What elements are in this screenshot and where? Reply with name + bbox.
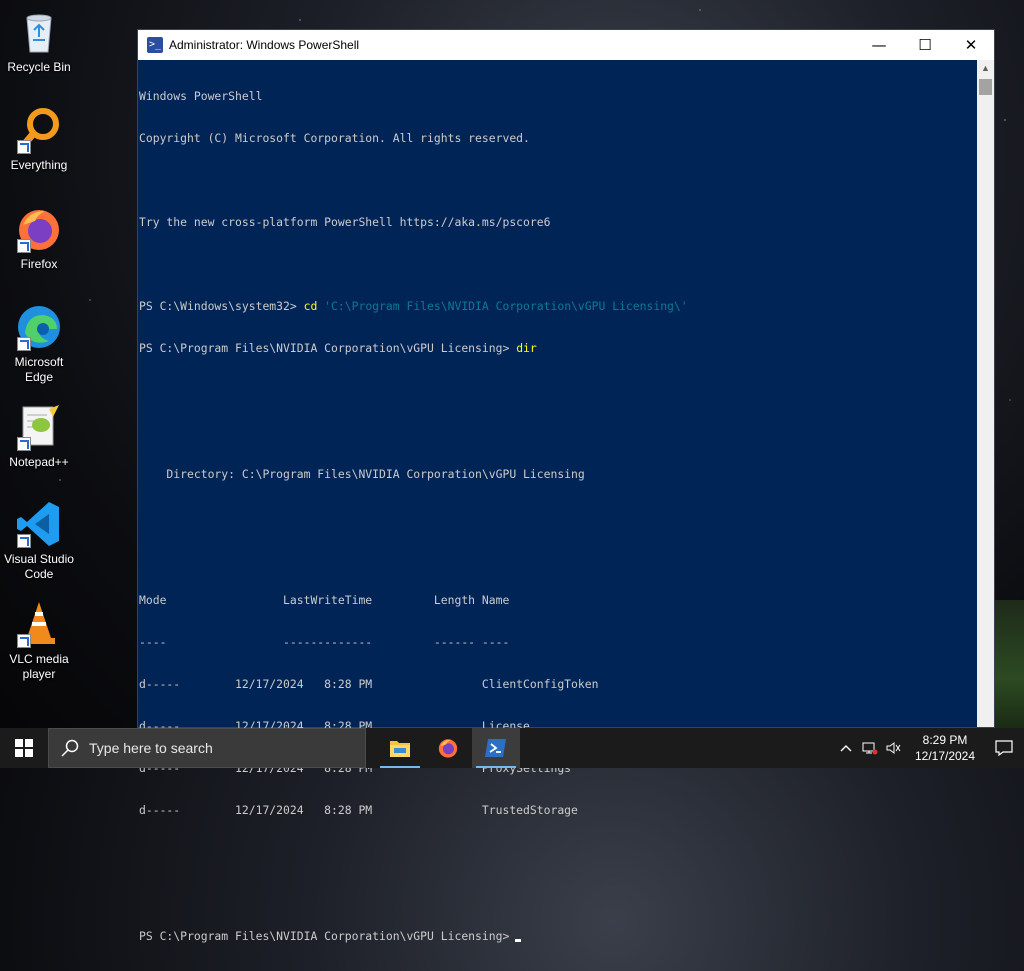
file-explorer-icon xyxy=(390,741,410,757)
command-keyword: dir xyxy=(516,341,537,355)
shortcut-arrow-icon xyxy=(17,437,31,451)
desktop-icon-label: Recycle Bin xyxy=(7,60,71,74)
desktop-icon-edge[interactable]: Microsoft Edge xyxy=(2,303,76,385)
firefox-icon xyxy=(438,739,458,758)
powershell-window: >_ Administrator: Windows PowerShell — ☐… xyxy=(137,29,995,943)
windows-logo-icon xyxy=(15,739,33,757)
scroll-up-arrow-icon[interactable]: ▲ xyxy=(977,60,994,77)
recycle-bin-icon xyxy=(15,8,63,56)
prompt: PS C:\Program Files\NVIDIA Corporation\v… xyxy=(139,929,510,943)
console-command-line: PS C:\Windows\system32> cd 'C:\Program F… xyxy=(139,299,978,313)
shortcut-arrow-icon xyxy=(17,140,31,154)
minimize-button[interactable]: — xyxy=(856,30,902,60)
console-prompt-line: PS C:\Program Files\NVIDIA Corporation\v… xyxy=(139,929,978,943)
console-command-line: PS C:\Program Files\NVIDIA Corporation\v… xyxy=(139,341,978,355)
desktop-icon-notepadpp[interactable]: Notepad++ xyxy=(2,403,76,470)
console-line: Copyright (C) Microsoft Corporation. All… xyxy=(139,131,530,145)
taskbar-powershell[interactable] xyxy=(472,728,520,768)
desktop-icon-label: Visual Studio Code xyxy=(4,552,74,581)
window-title: Administrator: Windows PowerShell xyxy=(169,38,360,52)
clock-time: 8:29 PM xyxy=(922,733,968,747)
taskbar-clock[interactable]: 8:29 PM 12/17/2024 xyxy=(906,732,984,764)
clock-date: 12/17/2024 xyxy=(914,749,976,763)
edge-icon xyxy=(15,303,63,351)
powershell-icon: >_ xyxy=(147,37,163,53)
maximize-button[interactable]: ☐ xyxy=(902,30,948,60)
start-button[interactable] xyxy=(0,728,48,768)
taskbar-firefox[interactable] xyxy=(424,728,472,768)
close-button[interactable]: ✕ xyxy=(948,30,994,60)
console-line: Mode LastWriteTime Length Name xyxy=(139,593,510,607)
shortcut-arrow-icon xyxy=(17,337,31,351)
prompt: PS C:\Windows\system32> xyxy=(139,299,304,313)
notification-center-button[interactable] xyxy=(984,728,1024,768)
desktop-icon-recycle-bin[interactable]: Recycle Bin xyxy=(2,8,76,75)
vscode-icon xyxy=(15,500,63,548)
search-icon xyxy=(61,739,79,757)
title-bar[interactable]: >_ Administrator: Windows PowerShell — ☐… xyxy=(138,30,994,60)
shortcut-arrow-icon xyxy=(17,239,31,253)
window-controls: — ☐ ✕ xyxy=(856,30,994,60)
system-tray: 8:29 PM 12/17/2024 xyxy=(834,728,1024,768)
console-output[interactable]: Windows PowerShell Copyright (C) Microso… xyxy=(138,60,978,943)
prompt: PS C:\Program Files\NVIDIA Corporation\v… xyxy=(139,341,517,355)
console-line: Windows PowerShell xyxy=(139,89,263,103)
notepadpp-icon xyxy=(15,403,63,451)
console-line: Directory: C:\Program Files\NVIDIA Corpo… xyxy=(139,467,585,481)
firefox-icon xyxy=(15,205,63,253)
taskbar: Type here to search 8:29 PM 12/17/2024 xyxy=(0,728,1024,768)
desktop-icon-label: Notepad++ xyxy=(9,455,69,469)
scroll-thumb[interactable] xyxy=(979,79,992,95)
console-line: d----- 12/17/2024 8:28 PM TrustedStorage xyxy=(139,803,578,817)
notification-icon xyxy=(995,740,1013,756)
desktop-icon-label: Microsoft Edge xyxy=(14,355,64,384)
text-cursor xyxy=(515,939,522,942)
command-keyword: cd xyxy=(303,299,318,313)
desktop-icon-everything[interactable]: Everything xyxy=(2,106,76,173)
vlc-icon xyxy=(15,600,63,648)
command-argument: 'C:\Program Files\NVIDIA Corporation\vGP… xyxy=(317,299,688,313)
taskbar-file-explorer[interactable] xyxy=(376,728,424,768)
desktop-icon-label: Everything xyxy=(10,158,68,172)
taskbar-search-box[interactable]: Type here to search xyxy=(48,728,366,768)
console-line: Try the new cross-platform PowerShell ht… xyxy=(139,215,551,229)
everything-search-icon xyxy=(15,106,63,154)
desktop-icon-vscode[interactable]: Visual Studio Code xyxy=(2,500,76,582)
desktop-icon-firefox[interactable]: Firefox xyxy=(2,205,76,272)
powershell-icon xyxy=(485,739,506,757)
vertical-scrollbar[interactable]: ▲ xyxy=(977,60,994,727)
shortcut-arrow-icon xyxy=(17,534,31,548)
volume-muted-icon[interactable] xyxy=(882,728,906,768)
desktop-icon-label: VLC media player xyxy=(9,652,69,681)
network-icon[interactable] xyxy=(858,728,882,768)
desktop-icon-label: Firefox xyxy=(20,257,58,271)
desktop-icon-vlc[interactable]: VLC media player xyxy=(2,600,76,682)
shortcut-arrow-icon xyxy=(17,634,31,648)
search-placeholder: Type here to search xyxy=(89,740,213,756)
show-hidden-icons-chevron-icon[interactable] xyxy=(834,728,858,768)
console-line: ---- ------------- ------ ---- xyxy=(139,635,510,649)
console-line: d----- 12/17/2024 8:28 PM ClientConfigTo… xyxy=(139,677,599,691)
